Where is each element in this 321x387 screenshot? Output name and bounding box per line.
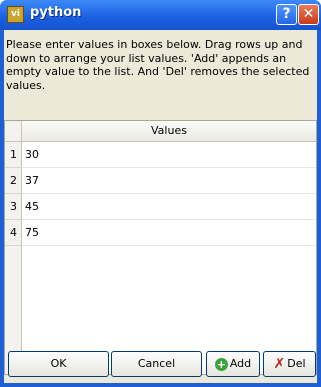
table-row[interactable]: 1 30: [5, 142, 316, 168]
del-button[interactable]: ✗ Del: [263, 351, 316, 377]
row-number[interactable]: 3: [5, 194, 22, 220]
cancel-button[interactable]: Cancel: [111, 351, 202, 377]
title-bar[interactable]: vi python ? ✕: [0, 0, 321, 30]
values-table[interactable]: Values 1 30 2 37 3 45 4 75: [4, 120, 317, 375]
instructions-text: Please enter values in boxes below. Drag…: [6, 38, 310, 92]
add-button[interactable]: + Add: [206, 351, 260, 377]
value-cell[interactable]: 45: [22, 194, 316, 220]
table-corner: [5, 121, 22, 142]
close-button[interactable]: ✕: [298, 4, 319, 25]
row-number[interactable]: 2: [5, 168, 22, 194]
value-cell[interactable]: 30: [22, 142, 316, 168]
dialog-body: Please enter values in boxes below. Drag…: [4, 30, 317, 383]
value-cell[interactable]: 37: [22, 168, 316, 194]
values-column-header[interactable]: Values: [22, 121, 316, 142]
add-icon: +: [214, 357, 228, 371]
row-number[interactable]: 1: [5, 142, 22, 168]
del-button-label: Del: [287, 357, 306, 370]
add-button-label: Add: [229, 357, 252, 370]
app-icon: vi: [7, 6, 24, 23]
row-number[interactable]: 4: [5, 220, 22, 246]
table-row[interactable]: 3 45: [5, 194, 316, 220]
table-row[interactable]: 2 37: [5, 168, 316, 194]
ok-button[interactable]: OK: [8, 351, 109, 377]
table-row[interactable]: 4 75: [5, 220, 316, 246]
window-title: python: [30, 5, 82, 20]
dialog-window: vi python ? ✕ Please enter values in box…: [0, 0, 321, 387]
help-button[interactable]: ?: [276, 4, 297, 25]
value-cell[interactable]: 75: [22, 220, 316, 246]
delete-icon: ✗: [273, 356, 286, 372]
